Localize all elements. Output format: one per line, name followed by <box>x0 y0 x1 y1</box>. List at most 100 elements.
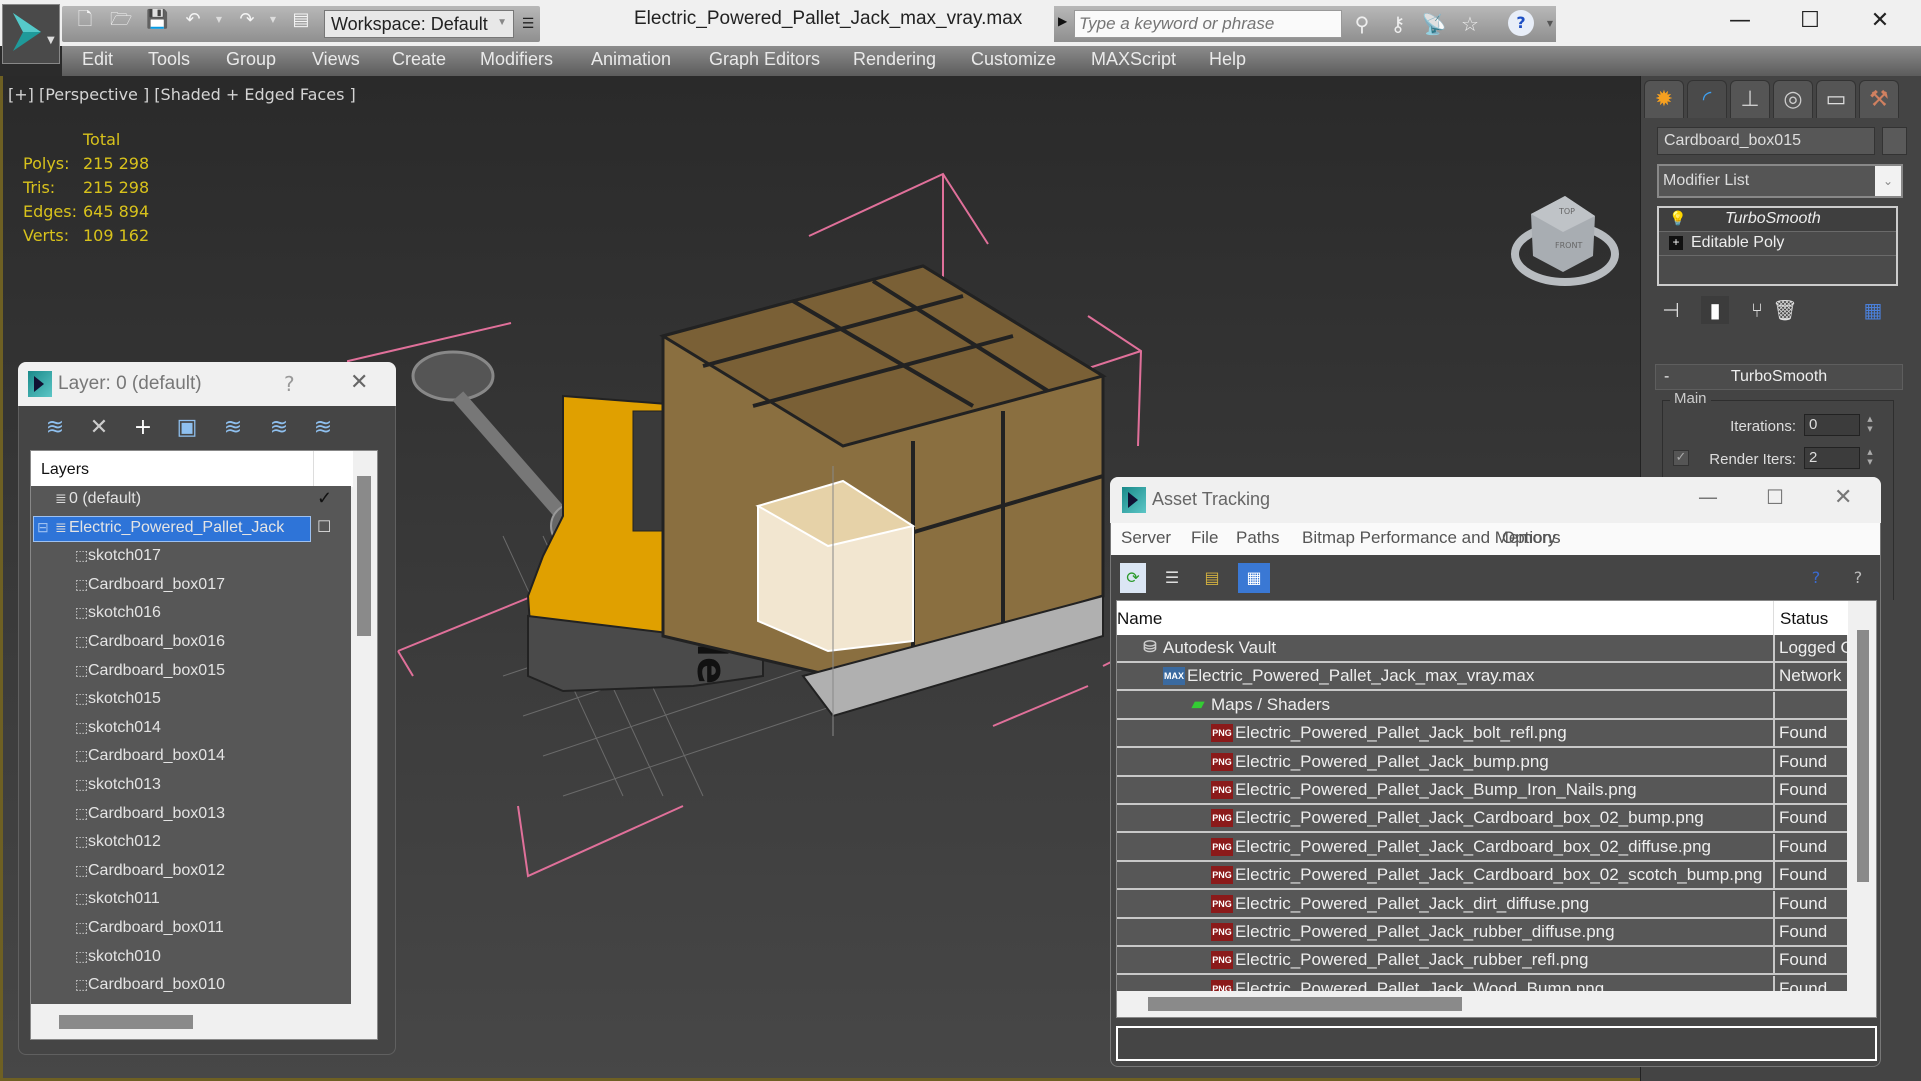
layer-object-row[interactable]: ⬚ Cardboard_box015 <box>31 658 351 686</box>
satellite-icon[interactable]: 📡 <box>1420 10 1448 38</box>
iterations-spin-arrows[interactable]: ▲ ▼ <box>1864 414 1876 436</box>
help-online-icon[interactable]: ? <box>1803 563 1829 593</box>
undo-icon[interactable]: ↶ <box>182 9 204 31</box>
asset-row[interactable]: PNG Electric_Powered_Pallet_Jack_Wood_Bum… <box>1117 975 1847 991</box>
stack-item-turbosmooth[interactable]: 💡 TurboSmooth <box>1659 208 1896 232</box>
asset-row[interactable]: PNG Electric_Powered_Pallet_Jack_bump.png… <box>1117 748 1847 777</box>
status-column-header[interactable]: Status <box>1780 609 1828 629</box>
menu-server[interactable]: Server <box>1121 528 1171 548</box>
modifier-list-dropdown[interactable]: Modifier List ⌄ <box>1657 164 1903 198</box>
modify-tab-icon[interactable]: ◜ <box>1687 80 1727 118</box>
close-button[interactable]: ✕ <box>1860 6 1900 36</box>
key-icon[interactable]: ⚷ <box>1384 10 1412 38</box>
motion-tab-icon[interactable]: ◎ <box>1773 80 1813 118</box>
minimize-button[interactable]: — <box>1698 485 1718 509</box>
customize-toolbar-icon[interactable]: ☰ <box>518 10 538 38</box>
refresh-icon[interactable]: ⟳ <box>1120 563 1146 593</box>
table-view-icon[interactable]: ▦ <box>1238 563 1270 593</box>
search-input[interactable] <box>1074 10 1342 38</box>
object-color-swatch[interactable] <box>1882 127 1907 155</box>
menu-create[interactable]: Create <box>392 49 446 70</box>
menu-views[interactable]: Views <box>312 49 360 70</box>
show-end-result-icon[interactable]: ▮ <box>1701 296 1729 324</box>
help-button[interactable]: ? <box>284 372 295 396</box>
layer-object-row[interactable]: ⬚ Cardboard_box017 <box>31 572 351 600</box>
render-iters-spin-arrows[interactable]: ▲ ▼ <box>1864 447 1876 469</box>
asset-row[interactable]: PNG Electric_Powered_Pallet_Jack_Cardboar… <box>1117 833 1847 862</box>
viewcube[interactable]: TOP FRONT <box>1511 196 1619 286</box>
layer-object-row[interactable]: ⬚ Cardboard_box014 <box>31 743 351 771</box>
star-icon[interactable]: ☆ <box>1456 10 1484 38</box>
layer-object-row[interactable]: ⬚ skotch013 <box>31 772 351 800</box>
select-objects-icon[interactable]: ▣ <box>172 414 202 442</box>
add-to-layer-icon[interactable]: + <box>128 414 158 442</box>
search-expand-icon[interactable]: ▶ <box>1058 14 1067 28</box>
set-current-checkbox[interactable]: ☐ <box>317 517 331 537</box>
layer-object-row[interactable]: ⬚ skotch014 <box>31 715 351 743</box>
layer-object-row[interactable]: ⬚ skotch010 <box>31 944 351 972</box>
save-file-icon[interactable]: 💾 <box>146 9 168 31</box>
close-button[interactable]: ✕ <box>350 370 368 395</box>
menu-animation[interactable]: Animation <box>591 49 671 70</box>
redo-icon[interactable]: ↷ <box>236 9 258 31</box>
layer-object-row[interactable]: ⬚ skotch016 <box>31 600 351 628</box>
render-iters-spinner[interactable]: 2 <box>1804 447 1860 469</box>
remove-modifier-icon[interactable]: 🗑 <box>1771 296 1799 324</box>
layer-object-row[interactable]: ⬚ Cardboard_box011 <box>31 915 351 943</box>
layer-object-row[interactable]: ⬚ Cardboard_box010 <box>31 972 351 1000</box>
object-name-field[interactable]: Cardboard_box015 <box>1657 127 1875 155</box>
maximize-button[interactable]: ☐ <box>1790 6 1830 36</box>
open-file-icon[interactable]: 🗁 <box>110 9 132 31</box>
new-file-icon[interactable]: 🗋 <box>74 9 96 31</box>
viewport-label-menu[interactable]: [+] [Perspective ] [Shaded + Edged Faces… <box>8 85 356 104</box>
help-icon[interactable]: ? <box>1508 10 1534 36</box>
layer-properties-icon[interactable]: ≋ <box>308 414 338 442</box>
layer-object-row[interactable]: ⬚ Cardboard_box012 <box>31 858 351 886</box>
menu-maxscript[interactable]: MAXScript <box>1091 49 1176 70</box>
layer-object-row[interactable]: ⬚ Cardboard_box016 <box>31 629 351 657</box>
layers-column-header[interactable]: Layers <box>41 461 89 479</box>
menu-group[interactable]: Group <box>226 49 276 70</box>
display-tab-icon[interactable]: ▭ <box>1816 80 1856 118</box>
select-layers-icon[interactable]: ≋ <box>218 414 248 442</box>
undo-dropdown-icon[interactable]: ▼ <box>208 9 230 31</box>
collapse-icon[interactable]: ⊟ <box>37 519 49 536</box>
create-layer-icon[interactable]: ≋ <box>40 414 70 442</box>
layer-vertical-scrollbar[interactable] <box>357 476 371 636</box>
pin-stack-icon[interactable]: ⊣ <box>1657 296 1685 324</box>
make-unique-icon[interactable]: ⑂ <box>1743 296 1771 324</box>
layer-object-row[interactable]: ⬚ skotch012 <box>31 829 351 857</box>
delete-layer-icon[interactable]: ✕ <box>84 414 114 442</box>
layer-row[interactable]: ⊟ ≣ Electric_Powered_Pallet_Jack ☐ <box>31 515 351 543</box>
menu-options[interactable]: Options <box>1502 528 1561 548</box>
configure-modifier-sets-icon[interactable]: ▦ <box>1859 296 1887 324</box>
turbosmooth-rollout-header[interactable]: - TurboSmooth <box>1655 364 1903 390</box>
create-tab-icon[interactable]: ✹ <box>1644 80 1684 118</box>
binoculars-icon[interactable]: ⚲ <box>1348 10 1376 38</box>
layer-object-row[interactable]: ⬚ skotch011 <box>31 886 351 914</box>
utilities-tab-icon[interactable]: ⚒ <box>1859 80 1899 118</box>
menu-paths[interactable]: Paths <box>1236 528 1279 548</box>
render-iters-checkbox[interactable]: ✓ <box>1673 450 1689 466</box>
stack-item-editable-poly[interactable]: + Editable Poly <box>1659 232 1896 256</box>
asset-row[interactable]: MAX Electric_Powered_Pallet_Jack_max_vray… <box>1117 663 1847 692</box>
expand-plus-icon[interactable]: + <box>1669 236 1683 250</box>
asset-row[interactable]: ⛁ Autodesk Vault Logged O <box>1117 635 1847 663</box>
list-view-icon[interactable]: ☰ <box>1159 563 1185 593</box>
asset-horizontal-scrollbar[interactable] <box>1148 997 1462 1011</box>
workspace-dropdown[interactable]: Workspace: Default ▼ <box>324 10 514 38</box>
layer-row[interactable]: ≣ 0 (default) ✓ <box>31 486 351 514</box>
asset-row[interactable]: PNG Electric_Powered_Pallet_Jack_dirt_dif… <box>1117 890 1847 919</box>
application-menu-button[interactable]: ▼ <box>2 4 60 64</box>
menu-graph-editors[interactable]: Graph Editors <box>709 49 820 70</box>
lightbulb-icon[interactable]: 💡 <box>1669 210 1686 227</box>
asset-vertical-scrollbar[interactable] <box>1857 630 1869 882</box>
menu-rendering[interactable]: Rendering <box>853 49 936 70</box>
maximize-button[interactable]: ☐ <box>1766 485 1784 509</box>
menu-edit[interactable]: Edit <box>82 49 113 70</box>
asset-row[interactable]: PNG Electric_Powered_Pallet_Jack_Cardboar… <box>1117 862 1847 891</box>
menu-customize[interactable]: Customize <box>971 49 1056 70</box>
layer-window-titlebar[interactable]: Layer: 0 (default) ? ✕ <box>18 362 396 406</box>
layer-object-row[interactable]: ⬚ skotch017 <box>31 543 351 571</box>
project-folder-icon[interactable]: ▤ <box>290 9 312 31</box>
